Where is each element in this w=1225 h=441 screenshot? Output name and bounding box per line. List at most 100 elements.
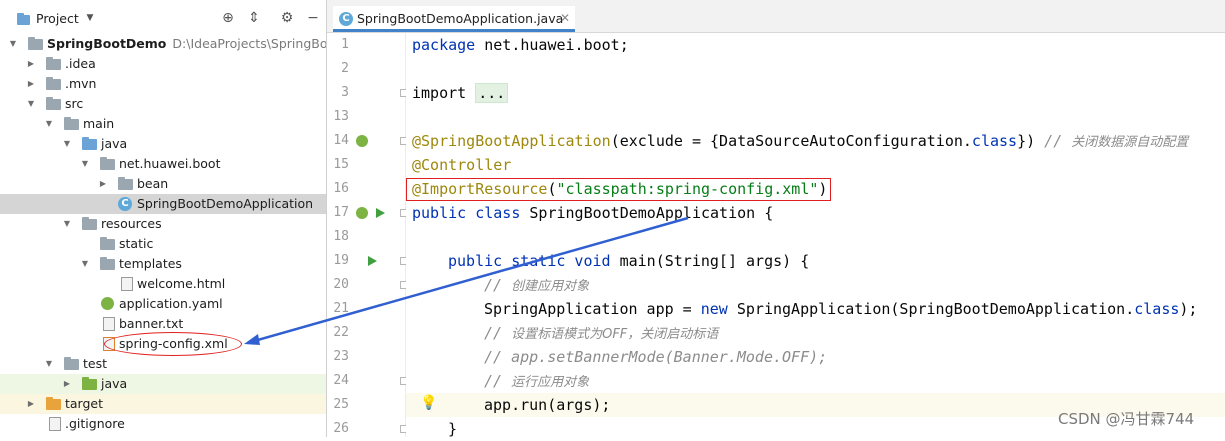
tree-item-java-test[interactable]: ▶ java	[0, 374, 326, 394]
tree-item-bean[interactable]: ▶ bean	[0, 174, 326, 194]
folder-icon	[100, 257, 115, 270]
expand-arrow-icon[interactable]: ▼	[26, 94, 36, 114]
line-number: 26	[333, 421, 349, 436]
expand-arrow-icon[interactable]: ▼	[44, 114, 54, 134]
project-panel: Project ▼ ⊕ ⇕ ⚙ − ▼ SpringBootDemo D:\Ide…	[0, 0, 327, 437]
code-line: @SpringBootApplication(exclude = {DataSo…	[412, 132, 1189, 150]
tree-item-src[interactable]: ▼ src	[0, 94, 326, 114]
line-number: 18	[333, 229, 349, 244]
gear-icon[interactable]: ⚙	[279, 10, 295, 26]
line-number: 19	[333, 253, 349, 268]
excluded-folder-icon	[46, 397, 61, 410]
tree-item-label: bean	[137, 176, 169, 191]
tree-item-idea[interactable]: ▶ .idea	[0, 54, 326, 74]
expand-arrow-icon[interactable]: ▼	[80, 154, 90, 174]
folder-icon	[46, 97, 61, 110]
tree-item-label: java	[101, 376, 128, 391]
code-line: public static void main(String[] args) {	[448, 252, 810, 270]
tab-springbootdemoapplication[interactable]: C SpringBootDemoApplication.java ✕	[333, 6, 575, 32]
tree-item-label: static	[119, 236, 154, 251]
collapsed-arrow-icon[interactable]: ▶	[26, 54, 36, 74]
run-icon[interactable]	[374, 207, 386, 219]
tree-item-label: .idea	[65, 56, 96, 71]
spring-bean-icon[interactable]	[356, 135, 368, 147]
code-line: // app.setBannerMode(Banner.Mode.OFF);	[484, 348, 828, 366]
editor-tab-bar: C SpringBootDemoApplication.java ✕	[327, 0, 1225, 33]
text-file-icon	[103, 317, 115, 331]
collapse-all-icon[interactable]: ⇕	[246, 10, 262, 26]
package-icon	[100, 157, 115, 170]
line-number: 24	[333, 373, 349, 388]
tree-item-springbootdemo[interactable]: ▼ SpringBootDemo D:\IdeaProjects\SpringBo…	[0, 34, 326, 54]
line-number: 13	[333, 109, 349, 124]
code-line: // 运行应用对象	[484, 372, 590, 390]
tree-item-application-yaml[interactable]: application.yaml	[0, 294, 326, 314]
tree-item-label: .gitignore	[65, 416, 125, 431]
code-line: // 设置标语模式为OFF，关闭启动标语	[484, 324, 719, 342]
expand-arrow-icon[interactable]: ▼	[62, 134, 72, 154]
tree-item-label: SpringBootDemo	[47, 36, 167, 51]
code-line: }	[448, 420, 458, 438]
collapsed-arrow-icon[interactable]: ▶	[62, 374, 72, 394]
tree-item-label: resources	[101, 216, 162, 231]
line-number: 16	[333, 181, 349, 196]
tree-item-label: SpringBootDemoApplication	[137, 196, 314, 211]
project-path: D:\IdeaProjects\SpringBootD	[172, 36, 327, 51]
tree-item-welcome-html[interactable]: welcome.html	[0, 274, 326, 294]
tree-item-package[interactable]: ▼ net.huawei.boot	[0, 154, 326, 174]
java-class-icon: C	[118, 197, 132, 211]
expand-arrow-icon[interactable]: ▼	[62, 214, 72, 234]
close-icon[interactable]: ✕	[560, 11, 570, 25]
locate-icon[interactable]: ⊕	[220, 10, 236, 26]
tree-item-springbootdemoapplication[interactable]: C SpringBootDemoApplication	[0, 194, 326, 214]
collapsed-arrow-icon[interactable]: ▶	[26, 74, 36, 94]
folder-icon	[46, 57, 61, 70]
tree-item-label: welcome.html	[137, 276, 226, 291]
expand-arrow-icon[interactable]: ▼	[44, 354, 54, 374]
collapsed-arrow-icon[interactable]: ▶	[26, 394, 36, 414]
resources-folder-icon	[82, 217, 97, 230]
code-line: import ...	[412, 81, 509, 105]
run-icon[interactable]	[366, 255, 378, 267]
tree-item-target[interactable]: ▶ target	[0, 394, 326, 414]
code-line: // 创建应用对象	[484, 276, 590, 294]
tree-item-resources[interactable]: ▼ resources	[0, 214, 326, 234]
chevron-down-icon[interactable]: ▼	[82, 10, 98, 26]
spring-bean-icon[interactable]	[356, 207, 368, 219]
lightbulb-icon[interactable]: 💡	[420, 395, 437, 411]
tree-item-java-main[interactable]: ▼ java	[0, 134, 326, 154]
code-line: app.run(args);	[484, 396, 611, 414]
collapsed-arrow-icon[interactable]: ▶	[98, 174, 108, 194]
tree-item-banner-txt[interactable]: banner.txt	[0, 314, 326, 334]
tree-item-test[interactable]: ▼ test	[0, 354, 326, 374]
html-file-icon	[121, 277, 133, 291]
editor-gutter: 1 2 3 13 14 15 16 17 18 19 20 21 22 23 2…	[327, 33, 408, 437]
tree-item-label: test	[83, 356, 108, 371]
project-folder-icon	[17, 13, 30, 25]
spring-config-icon	[101, 297, 114, 310]
code-line: SpringApplication app = new SpringApplic…	[484, 300, 1198, 318]
line-number: 14	[333, 133, 349, 148]
code-line: @Controller	[412, 156, 512, 174]
tree-item-main[interactable]: ▼ main	[0, 114, 326, 134]
line-number: 23	[333, 349, 349, 364]
watermark: CSDN @冯甘霖744	[1058, 410, 1195, 428]
minimize-icon[interactable]: −	[305, 10, 321, 26]
line-number: 21	[333, 301, 349, 316]
tree-item-static[interactable]: static	[0, 234, 326, 254]
tree-item-templates[interactable]: ▼ templates	[0, 254, 326, 274]
code-line: package net.huawei.boot;	[412, 36, 629, 54]
tree-item-mvn[interactable]: ▶ .mvn	[0, 74, 326, 94]
line-number: 22	[333, 325, 349, 340]
project-view-selector[interactable]: Project	[36, 11, 79, 26]
line-number: 20	[333, 277, 349, 292]
expand-arrow-icon[interactable]: ▼	[8, 34, 18, 54]
expand-arrow-icon[interactable]: ▼	[80, 254, 90, 274]
folder-icon	[46, 77, 61, 90]
code-editor[interactable]: package net.huawei.boot; import ... @Spr…	[406, 33, 1225, 438]
tree-item-label: target	[65, 396, 104, 411]
tree-item-gitignore[interactable]: .gitignore	[0, 414, 326, 434]
folded-imports[interactable]: ...	[475, 83, 509, 103]
folder-icon	[64, 117, 79, 130]
project-panel-header: Project ▼ ⊕ ⇕ ⚙ −	[0, 8, 326, 30]
